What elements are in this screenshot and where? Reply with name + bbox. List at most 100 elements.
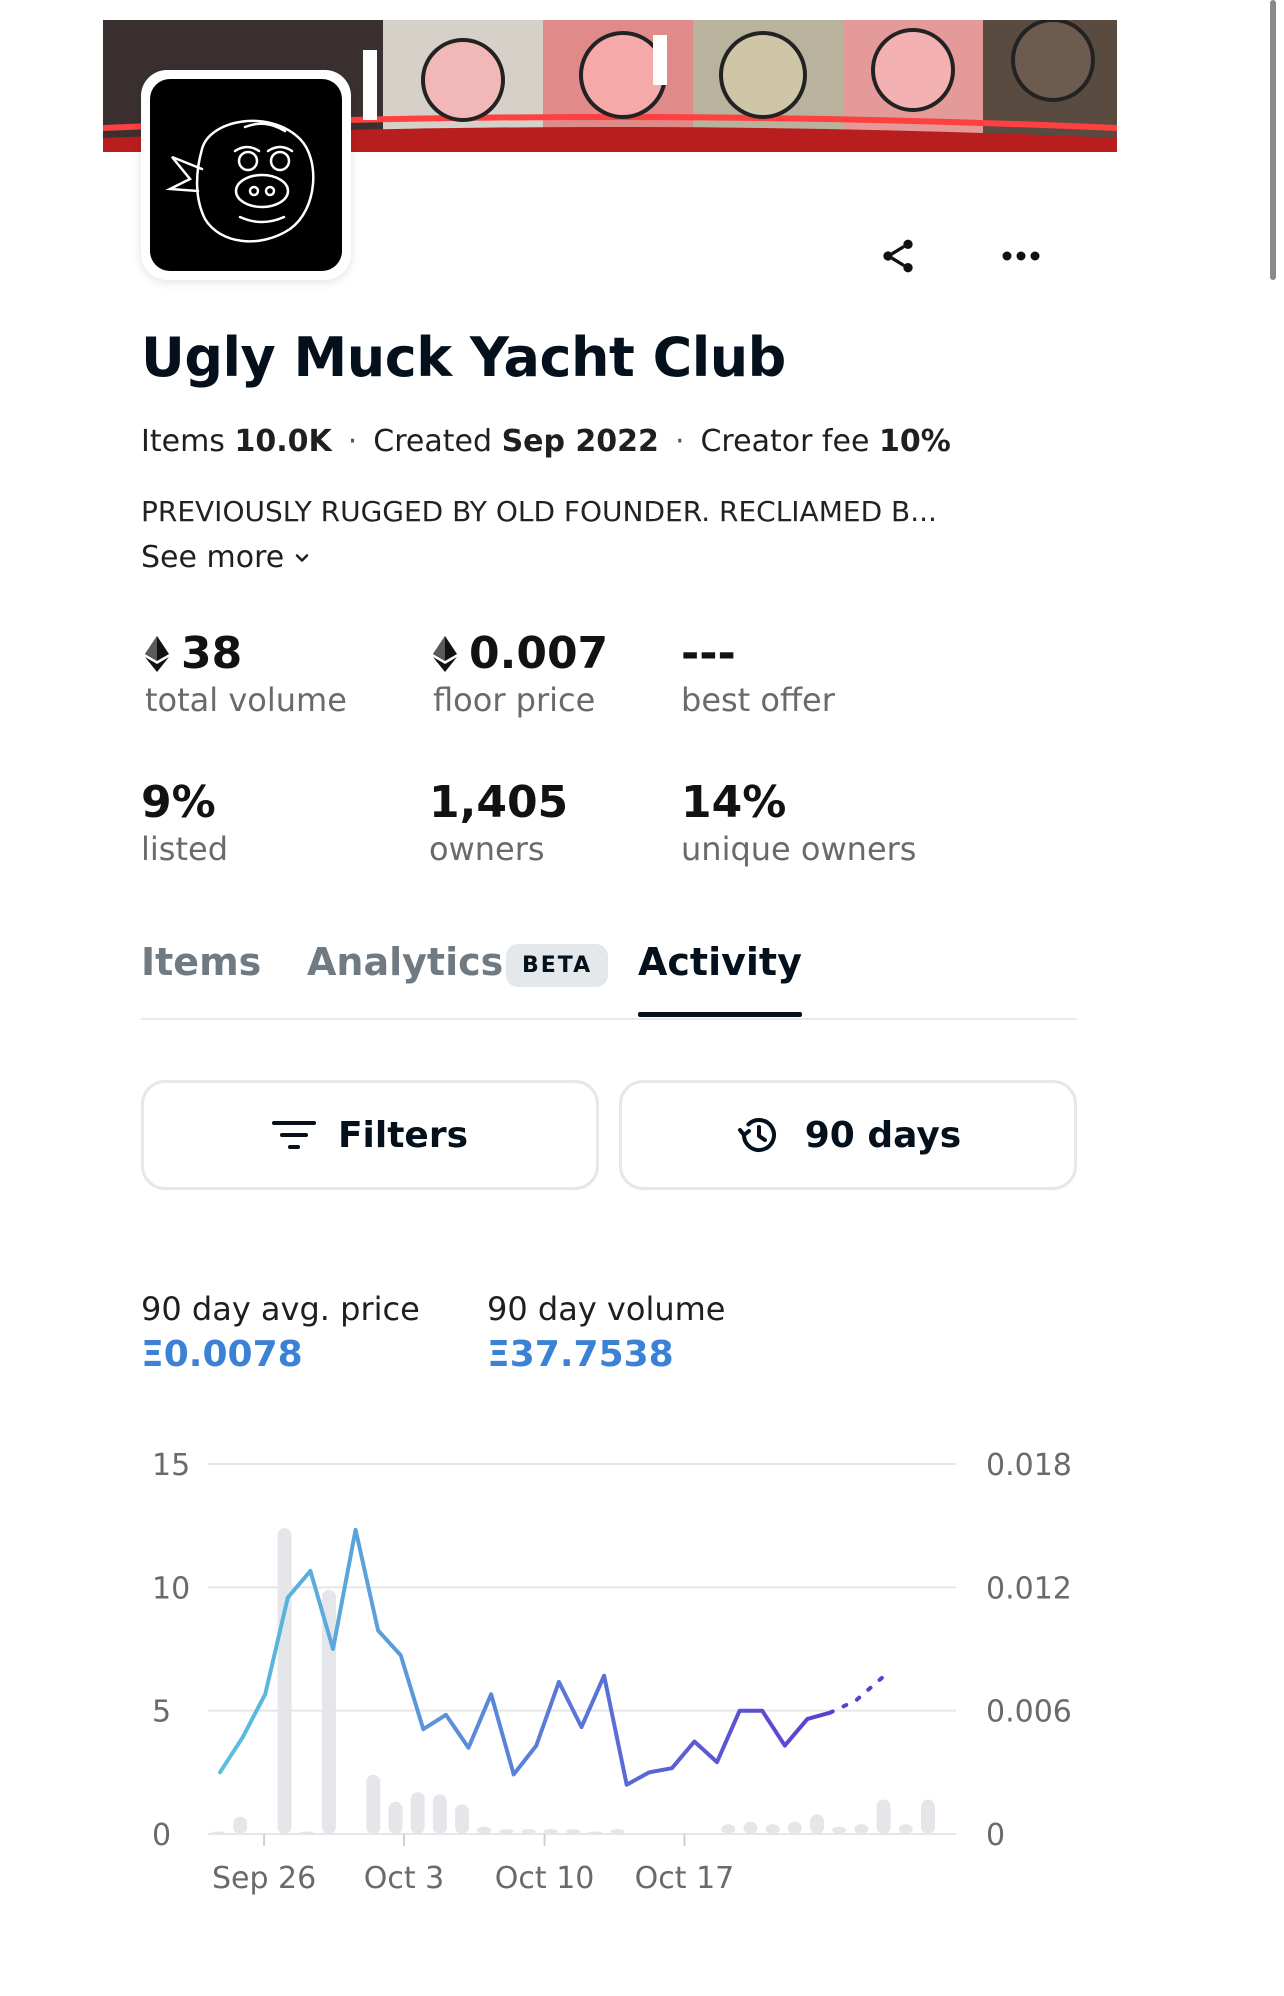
volume-bar [810,1814,825,1834]
y-right-tick-label: 0.012 [986,1571,1072,1606]
stat-best-offer: --- best offer [681,628,835,719]
price-projection-line [828,1675,884,1715]
volume-label: 90 day volume [487,1290,726,1328]
volume-bar [610,1829,625,1834]
filters-label: Filters [337,1114,469,1156]
total-volume-value: 38 [181,628,243,679]
stat-owners: 1,405 owners [429,777,568,868]
kpi-avg-price: 90 day avg. price Ξ0.0078 [141,1290,420,1375]
y-right-tick-label: 0.006 [986,1695,1072,1730]
ethereum-icon [145,635,169,672]
volume-bar [787,1821,802,1834]
items-label: Items [141,424,225,459]
y-left-tick-label: 0 [152,1818,171,1853]
creator-fee-label: Creator fee [700,424,870,459]
see-more-link[interactable]: See more [141,540,312,575]
volume-bar [543,1829,558,1834]
floor-price-label: floor price [433,681,596,719]
pig-face-logo [165,119,315,243]
tab-items[interactable]: Items [141,940,261,984]
stat-listed: 9% listed [141,777,228,868]
volume-bar [499,1829,514,1834]
collection-tabs: Items Analytics BETA Activity [141,940,1077,1020]
created-label: Created [373,424,493,459]
y-left-tick-label: 5 [152,1695,171,1730]
history-clock-icon [737,1118,776,1152]
volume-bar [765,1824,780,1834]
volume-bar [388,1801,403,1834]
x-tick-label: Oct 17 [635,1861,735,1896]
more-dots-icon [1002,251,1040,261]
items-value: 10.0K [234,424,332,459]
ethereum-icon [433,635,457,672]
more-options-button[interactable] [991,226,1051,286]
x-tick-label: Oct 10 [495,1861,595,1896]
volume-bar [898,1824,913,1834]
volume-bar [921,1799,935,1834]
volume-bar [566,1829,580,1834]
collection-avatar [141,70,351,280]
avatar-image [150,79,342,271]
avg-price-value: Ξ0.0078 [141,1334,303,1375]
owners-value: 1,405 [429,777,569,828]
stat-total-volume: 38 total volume [145,628,347,719]
volume-bar [588,1831,603,1834]
volume-bar [432,1794,447,1834]
volume-bar [233,1816,248,1834]
filter-lines-icon [271,1121,316,1149]
meta-separator: · [674,424,685,459]
y-left-tick-label: 15 [152,1448,190,1483]
meta-separator: · [347,424,358,459]
volume-bar [321,1589,336,1834]
collection-title: Ugly Muck Yacht Club [141,326,786,389]
tab-analytics[interactable]: Analytics [307,940,503,984]
listed-label: listed [141,830,228,868]
volume-bar [366,1774,381,1834]
listed-value: 9% [141,777,216,828]
floor-price-value: 0.007 [469,628,609,679]
volume-bar [521,1829,536,1834]
y-right-tick-label: 0 [986,1818,1005,1853]
collection-meta: Items 10.0K · Created Sep 2022 · Creator… [141,424,951,459]
volume-bar [743,1821,758,1834]
chevron-down-icon [295,553,309,562]
volume-bar [854,1824,869,1834]
volume-bar [299,1831,314,1834]
creator-fee-value: 10% [878,424,951,459]
kpi-volume: 90 day volume Ξ37.7538 [487,1290,725,1375]
collection-description: PREVIOUSLY RUGGED BY OLD FOUNDER. RECLIA… [141,495,937,528]
y-left-tick-label: 10 [152,1571,190,1606]
tab-activity[interactable]: Activity [638,940,802,984]
total-volume-label: total volume [145,681,347,719]
time-range-label: 90 days [804,1114,962,1156]
stat-floor-price: 0.007 floor price [433,628,608,719]
price-line [218,1527,832,1787]
share-icon [883,239,913,273]
best-offer-label: best offer [681,681,835,719]
page-scrollbar[interactable] [1270,0,1276,280]
volume-bar [721,1824,736,1834]
best-offer-value: --- [681,628,736,679]
stat-unique-owners: 14% unique owners [681,777,916,868]
volume-bar [455,1804,470,1834]
x-tick-label: Oct 3 [364,1861,445,1896]
share-button[interactable] [868,226,928,286]
volume-bar [832,1826,847,1834]
x-tick-label: Sep 26 [212,1861,316,1896]
created-value: Sep 2022 [501,424,659,459]
volume-value: Ξ37.7538 [487,1334,674,1375]
volume-bar [277,1528,292,1834]
active-tab-indicator [638,1012,802,1017]
volume-bar [477,1826,492,1834]
unique-owners-label: unique owners [681,830,917,868]
y-right-tick-label: 0.018 [986,1448,1072,1483]
activity-chart: 0 5 10 15 0 0.006 0.012 0.018 Sep 26 Oct 3 Oct 10 O… [152,1448,1072,1896]
time-range-button[interactable]: 90 days [619,1080,1077,1190]
owners-label: owners [429,830,545,868]
beta-badge: BETA [506,944,609,987]
avg-price-label: 90 day avg. price [141,1290,420,1328]
see-more-label: See more [141,540,285,575]
volume-bar [211,1831,225,1834]
volume-bar [876,1799,891,1834]
filters-button[interactable]: Filters [141,1080,599,1190]
